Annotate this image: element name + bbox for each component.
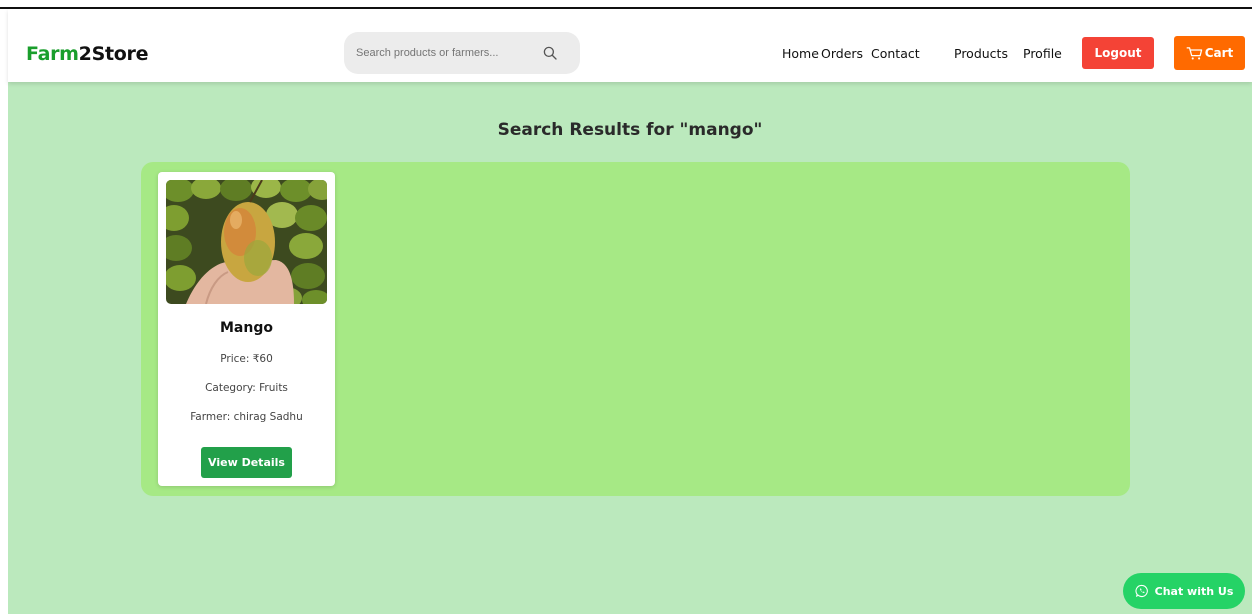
page: Farm2Store Home Orders Contact Products … [8, 9, 1252, 614]
nav-home[interactable]: Home [782, 46, 819, 61]
search-bar [344, 32, 580, 74]
search-results-heading: Search Results for "mango" [497, 120, 763, 140]
view-details-button[interactable]: View Details [201, 447, 292, 478]
product-category: Category: Fruits [205, 382, 288, 394]
navbar: Farm2Store Home Orders Contact Products … [8, 9, 1252, 82]
brand-logo[interactable]: Farm2Store [26, 43, 148, 65]
brand-name-part1: Farm [26, 43, 79, 65]
whatsapp-icon [1135, 584, 1148, 598]
product-name: Mango [220, 320, 273, 336]
product-card: Mango Price: ₹60 Category: Fruits Farmer… [158, 172, 335, 486]
search-icon[interactable] [541, 44, 559, 62]
results-container: Mango Price: ₹60 Category: Fruits Farmer… [141, 162, 1130, 496]
brand-name-part2: 2Store [78, 43, 149, 65]
cart-label: Cart [1204, 46, 1234, 60]
product-image [166, 180, 327, 304]
chat-label: Chat with Us [1154, 584, 1234, 598]
nav-contact[interactable]: Contact [871, 46, 920, 61]
nav-products[interactable]: Products [954, 46, 1008, 61]
search-input[interactable] [356, 43, 526, 63]
nav-profile[interactable]: Profile [1023, 46, 1062, 61]
logout-button[interactable]: Logout [1082, 37, 1154, 69]
nav-orders[interactable]: Orders [821, 46, 863, 61]
browser-top-edge [0, 0, 1252, 9]
product-price: Price: ₹60 [220, 353, 273, 365]
cart-button[interactable]: Cart [1174, 36, 1245, 70]
chat-with-us-button[interactable]: Chat with Us [1123, 573, 1245, 609]
product-farmer: Farmer: chirag Sadhu [190, 411, 303, 423]
cart-icon [1186, 46, 1202, 60]
